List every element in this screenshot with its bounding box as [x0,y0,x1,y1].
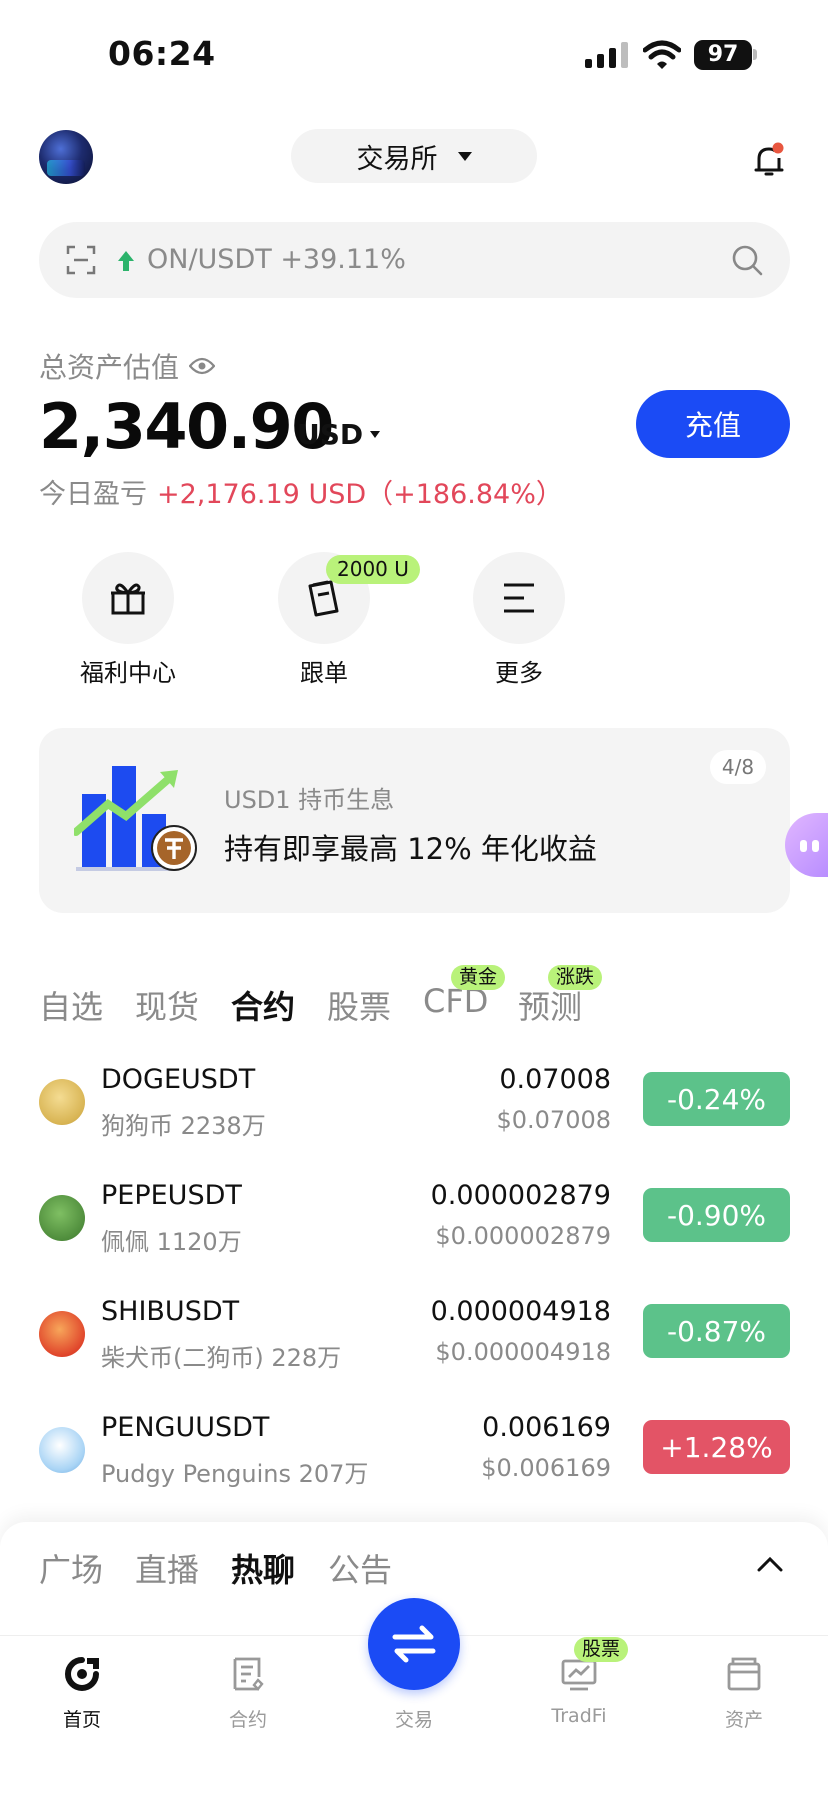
swap-arrows-icon [392,1625,436,1663]
row-change-badge[interactable]: -0.90% [643,1188,790,1242]
pnl-value: +2,176.19 USD（+186.84%） [157,479,563,510]
row-usd-price: $0.006169 [481,1454,611,1482]
banner-title: 持有即享最高 12% 年化收益 [224,832,597,866]
shortcut-label: 福利中心 [80,659,176,687]
total-assets-label: 总资产估值 [39,346,216,386]
assistant-float-button[interactable] [785,813,828,877]
assistant-eye [800,840,807,852]
row-symbol: PENGUUSDT [101,1412,270,1443]
chevron-down-icon [370,431,381,438]
contract-icon [233,1657,264,1691]
row-price: 0.000004918 [430,1296,611,1327]
market-tab-stocks[interactable]: 股票 [327,982,391,1028]
row-price: 0.07008 [499,1064,611,1095]
currency-selector[interactable]: USD [297,418,381,451]
nav-contract[interactable]: 合约 [188,1655,308,1732]
pnl-label: 今日盈亏 [39,479,147,510]
nav-contract-label: 合约 [228,1709,267,1731]
row-subtitle: 佩佩 1120万 [101,1228,242,1256]
feed-tab-square[interactable]: 广场 [39,1545,103,1591]
gift-icon [111,583,145,615]
shortcut-label: 跟单 [300,659,348,687]
exchange-switcher[interactable]: 交易所 [291,129,537,183]
prediction-badge: 涨跌 [548,965,603,990]
chevron-down-icon [457,151,472,161]
battery-indicator: 97 [694,40,752,70]
nav-home-label: 首页 [62,1709,101,1731]
feed-tab-announcements[interactable]: 公告 [328,1545,392,1591]
pepe-coin-icon [39,1195,85,1241]
doge-coin-icon [39,1079,85,1125]
market-tab-futures[interactable]: 合约 [231,982,295,1028]
search-ticker-text: ON/USDT +39.11% [147,244,406,275]
tradfi-badge: 股票 [574,1637,629,1662]
trade-fab-button[interactable] [368,1598,460,1690]
exchange-label: 交易所 [356,143,438,175]
pengu-coin-icon [39,1427,85,1473]
market-row-doge[interactable]: DOGEUSDT 狗狗币 2238万 0.07008 $0.07008 -0.2… [0,1046,828,1162]
search-icon[interactable] [731,244,763,276]
row-subtitle: 狗狗币 2238万 [101,1112,266,1140]
total-amount: 2,340.90 [39,390,334,463]
row-subtitle: Pudgy Penguins 207万 [101,1460,369,1488]
nav-tradfi-label: TradFi [551,1705,607,1727]
row-usd-price: $0.000002879 [435,1222,611,1250]
market-tab-watchlist[interactable]: 自选 [39,982,103,1028]
shib-coin-icon [39,1311,85,1357]
bell-icon[interactable] [753,142,787,178]
home-logo-icon [65,1657,99,1691]
market-row-pepe[interactable]: PEPEUSDT 佩佩 1120万 0.000002879 $0.0000028… [0,1162,828,1278]
chevron-up-icon[interactable] [757,1555,783,1573]
assistant-eye [812,840,819,852]
shortcut-label: 更多 [495,659,543,687]
row-price: 0.000002879 [430,1180,611,1211]
shortcut-more[interactable] [473,552,565,644]
menu-icon [504,583,534,613]
battery-cap [753,49,757,60]
shortcut-rewards[interactable] [82,552,174,644]
signal-icon [585,42,628,68]
nav-assets[interactable]: 资产 [684,1655,804,1732]
row-usd-price: $0.07008 [496,1106,611,1134]
nav-trade-label: 交易 [394,1709,433,1731]
eye-icon[interactable] [189,357,216,375]
deposit-button[interactable]: 充值 [636,390,790,458]
row-symbol: SHIBUSDT [101,1296,240,1327]
copy-trade-icon [308,580,339,617]
status-time: 06:24 [108,34,216,73]
nav-home[interactable]: 首页 [22,1655,142,1732]
row-price: 0.006169 [482,1412,611,1443]
today-pnl: 今日盈亏 +2,176.19 USD（+186.84%） [39,472,563,511]
row-change-badge[interactable]: -0.24% [643,1072,790,1126]
scan-icon[interactable] [66,245,96,275]
cfd-badge: 黄金 [451,965,506,990]
wallet-icon [727,1657,761,1691]
row-symbol: PEPEUSDT [101,1180,242,1211]
feed-tab-hot-chat[interactable]: 热聊 [231,1545,295,1591]
total-assets-text: 总资产估值 [39,351,180,384]
row-change-badge[interactable]: +1.28% [643,1420,790,1474]
banner-pager: 4/8 [710,750,766,784]
avatar[interactable] [39,130,93,184]
trend-up-icon [118,251,134,271]
market-row-shib[interactable]: SHIBUSDT 柴犬币(二狗币) 228万 0.000004918 $0.00… [0,1278,828,1394]
nav-tradfi[interactable]: TradFi [519,1655,639,1727]
nav-assets-label: 资产 [724,1709,763,1731]
row-usd-price: $0.000004918 [435,1338,611,1366]
chart-growth-icon [74,766,197,871]
market-row-pengu[interactable]: PENGUUSDT Pudgy Penguins 207万 0.006169 $… [0,1394,828,1510]
shortcut-circle[interactable] [473,552,565,644]
wifi-icon [643,40,681,69]
row-symbol: DOGEUSDT [101,1064,256,1095]
banner-subtitle: USD1 持币生息 [224,786,395,814]
shortcut-circle[interactable] [82,552,174,644]
row-subtitle: 柴犬币(二狗币) 228万 [101,1344,342,1372]
copy-trade-badge: 2000 U [326,555,420,584]
feed-tab-live[interactable]: 直播 [135,1545,199,1591]
market-tab-spot[interactable]: 现货 [135,982,199,1028]
currency-label: USD [297,418,364,451]
row-change-badge[interactable]: -0.87% [643,1304,790,1358]
